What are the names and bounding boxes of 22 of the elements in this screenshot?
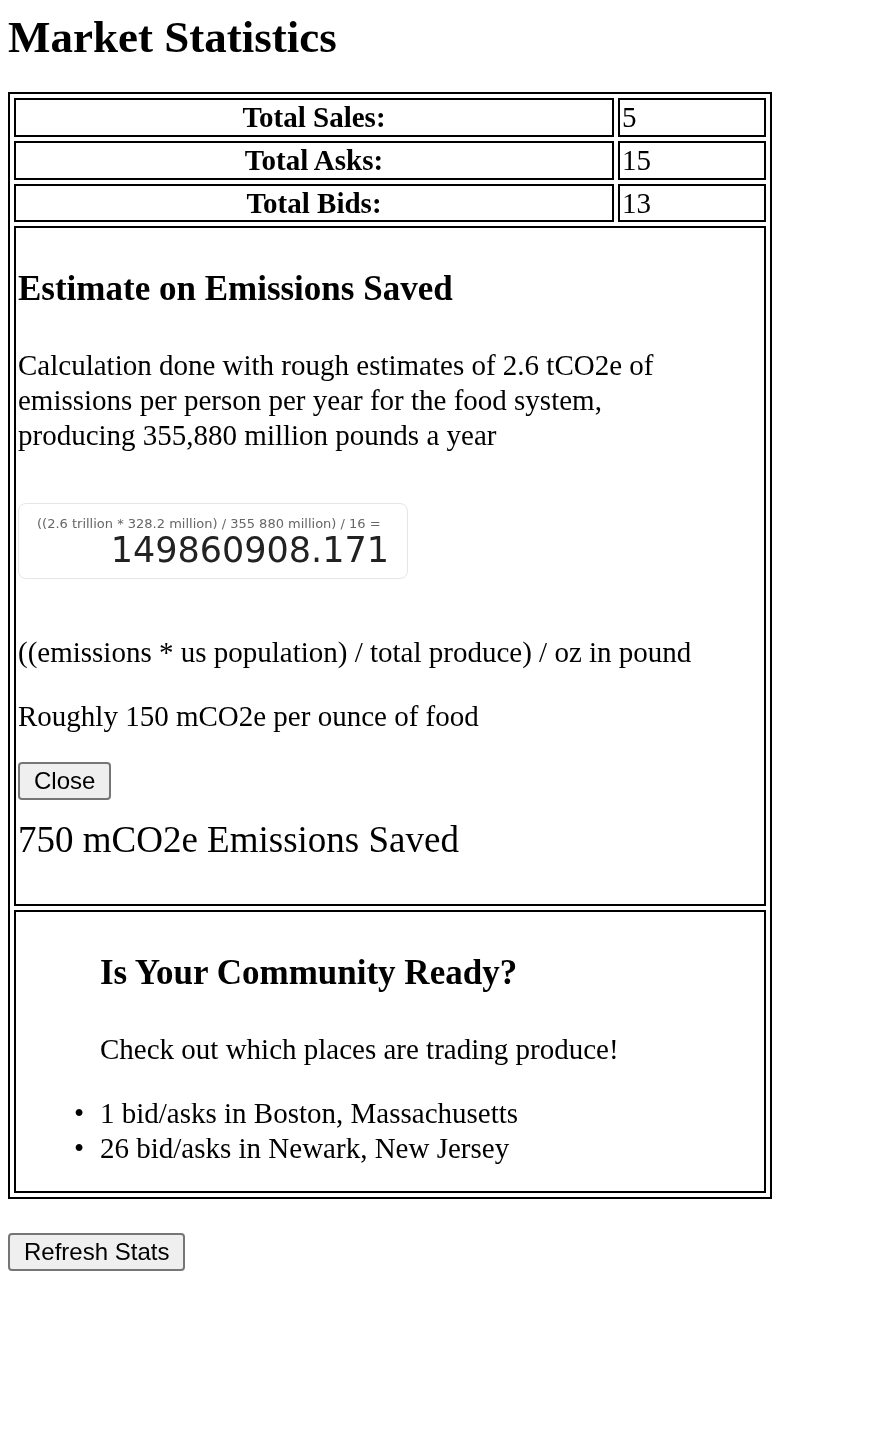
stat-label: Total Sales:: [14, 98, 614, 137]
stat-label: Total Asks:: [14, 140, 614, 180]
close-button[interactable]: Close: [18, 762, 112, 800]
page-title: Market Statistics: [8, 11, 338, 64]
section-heading: Is Your Community Ready?: [100, 952, 519, 995]
description-text: Calculation done with rough estimates of 2.6 tCO2e of emissions per person per year for the food system, producing 355,880 million pounds a year: [18, 348, 655, 453]
calculator-expression: ((2.6 trillion * 328.2 million) / 355 880 million) / 16 =: [37, 515, 382, 532]
stat-value: 5: [618, 98, 766, 137]
section-heading: Estimate on Emissions Saved: [18, 268, 454, 311]
calculator-result: 149860908.171: [109, 531, 389, 570]
refresh-button[interactable]: Refresh Stats: [8, 1233, 186, 1271]
stat-value: 15: [618, 140, 766, 180]
place-list-item: 26 bid/asks in Newark, New Jersey: [100, 1130, 510, 1166]
formula-text: ((emissions * us population) / total produce) / oz in pound: [18, 634, 693, 670]
bullet-icon: •: [74, 1130, 100, 1166]
emissions-saved-text: 750 mCO2e Emissions Saved: [18, 817, 460, 862]
stat-label: Total Bids:: [14, 183, 614, 223]
estimate-text: Roughly 150 mCO2e per ounce of food: [18, 698, 480, 734]
place-list-item: 1 bid/asks in Boston, Massachusetts: [100, 1095, 519, 1131]
community-text: Check out which places are trading produce!: [100, 1032, 620, 1067]
stat-value: 13: [618, 183, 766, 223]
bullet-icon: •: [74, 1095, 100, 1131]
